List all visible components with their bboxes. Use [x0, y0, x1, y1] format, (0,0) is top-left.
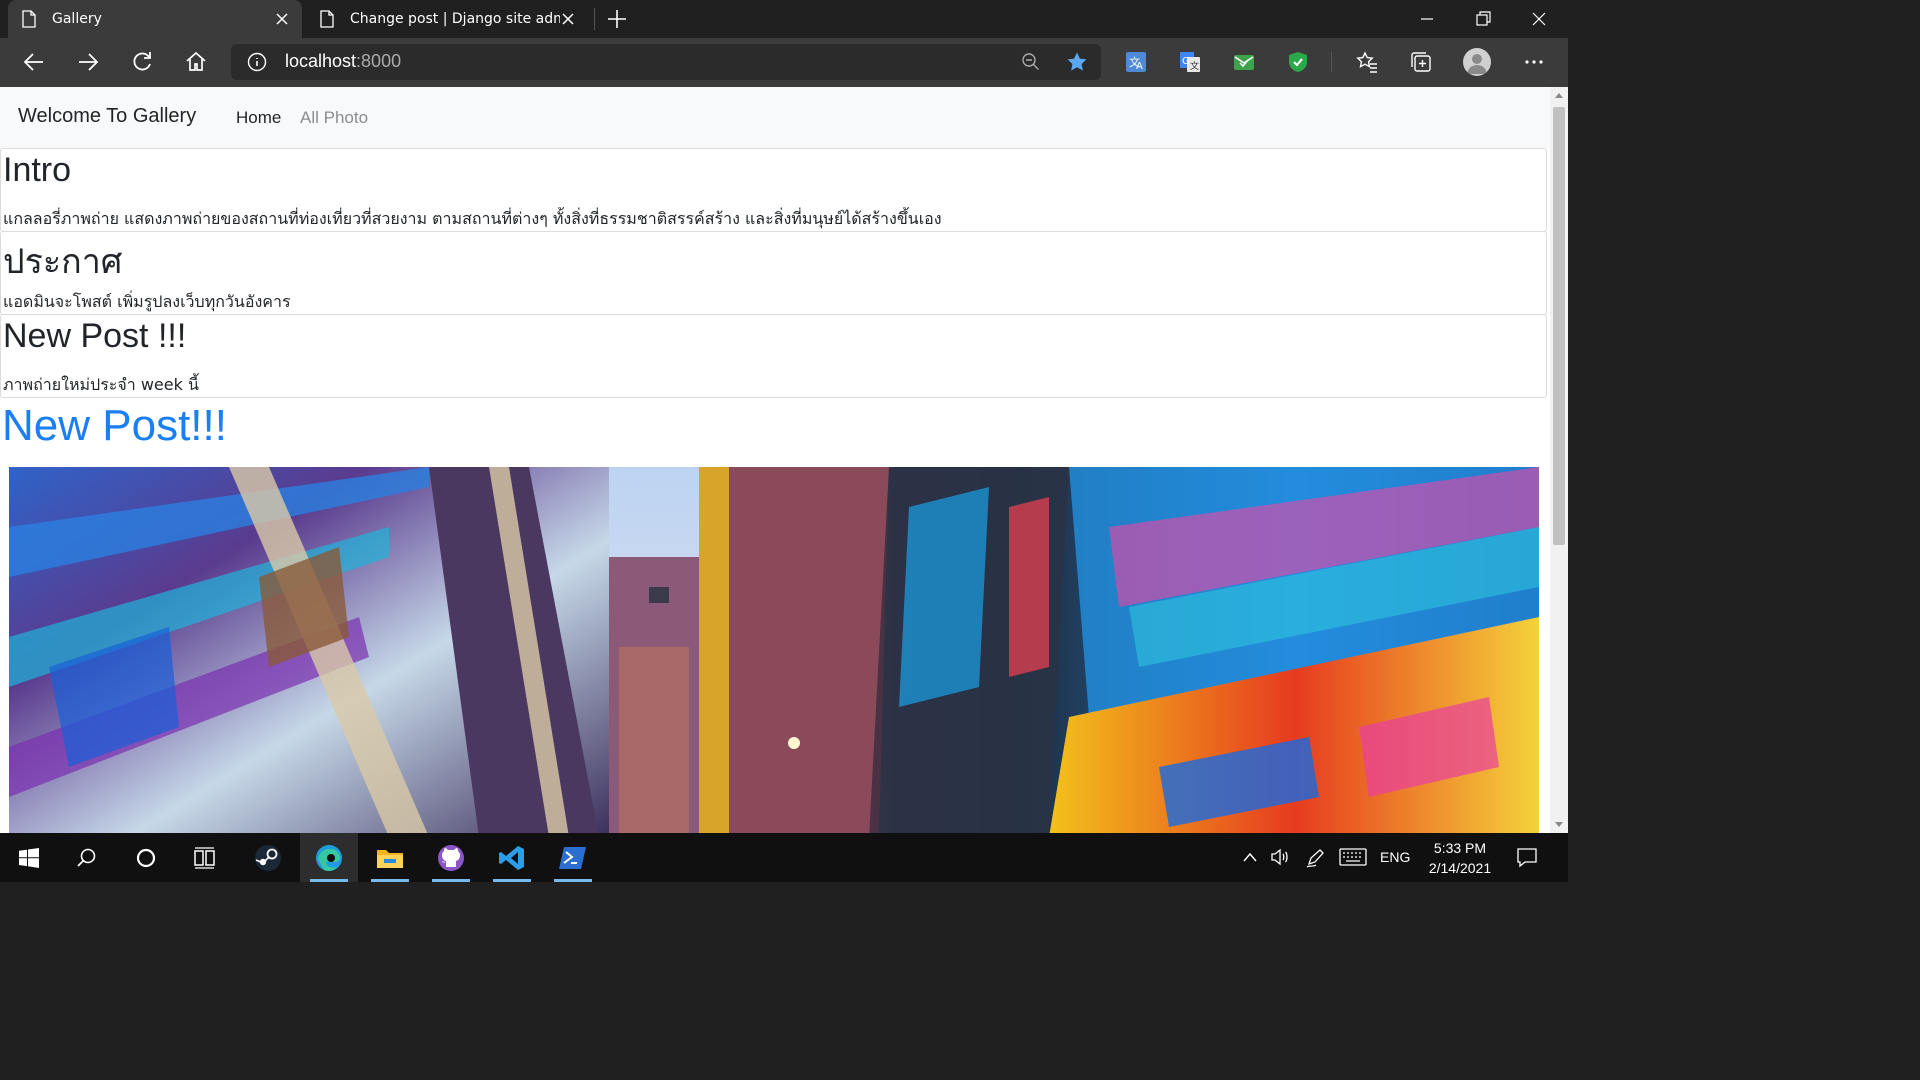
tab-title: Gallery: [52, 11, 102, 27]
svg-text:A: A: [1136, 61, 1143, 72]
mail-extension-icon[interactable]: [1232, 50, 1256, 74]
minimize-icon[interactable]: [1414, 6, 1440, 32]
graffiti-alley-photo: [9, 467, 1539, 833]
card-new-post: New Post !!! ภาพถ่ายใหม่ประจำ week นี้: [0, 314, 1547, 398]
tab-divider: [594, 8, 595, 30]
svg-text:文: 文: [1190, 60, 1199, 72]
address-bar[interactable]: localhost:8000: [231, 44, 1101, 80]
nav-link-all-photo[interactable]: All Photo: [300, 108, 368, 128]
scrollbar-thumb[interactable]: [1553, 107, 1565, 545]
scroll-up-arrow[interactable]: [1555, 93, 1563, 98]
zoom-out-icon[interactable]: [1021, 52, 1041, 72]
translate-extension-icon[interactable]: 文A: [1124, 50, 1148, 74]
restore-icon[interactable]: [1470, 6, 1496, 32]
windows-taskbar: ENG 5:33 PM 2/14/2021: [0, 833, 1568, 882]
google-translate-icon[interactable]: G文: [1178, 50, 1202, 74]
show-hidden-icons-icon[interactable]: [1242, 850, 1258, 864]
new-post-heading[interactable]: New Post!!!: [2, 401, 227, 451]
favorites-icon[interactable]: [1355, 50, 1379, 74]
site-navbar: Welcome To Gallery Home All Photo: [0, 87, 1550, 148]
browser-toolbar: localhost:8000 文A G文: [0, 38, 1568, 87]
card-title: New Post !!!: [3, 317, 187, 355]
screen: Gallery Change post | Django site admin …: [0, 0, 1568, 882]
page-scrollbar[interactable]: [1550, 87, 1568, 833]
github-desktop-icon[interactable]: [422, 833, 480, 882]
card-announcement: ประกาศ แอดมินจะโพสต์ เพิ่มรูปลงเว็บทุกวั…: [0, 231, 1547, 315]
tab-django-admin[interactable]: Change post | Django site admin: [306, 0, 588, 38]
shield-extension-icon[interactable]: [1286, 50, 1310, 74]
page-viewport: Welcome To Gallery Home All Photo Intro …: [0, 87, 1550, 833]
task-view-icon[interactable]: [176, 833, 234, 882]
favorite-star-icon[interactable]: [1065, 50, 1089, 74]
page-icon: [320, 10, 334, 28]
card-text: แอดมินจะโพสต์ เพิ่มรูปลงเว็บทุกวันอังคาร: [3, 292, 291, 311]
pen-ink-icon[interactable]: [1305, 848, 1325, 868]
file-explorer-icon[interactable]: [361, 833, 419, 882]
input-language[interactable]: ENG: [1380, 849, 1410, 865]
new-tab-icon[interactable]: [606, 8, 628, 30]
refresh-icon[interactable]: [129, 49, 155, 75]
url-port: :8000: [356, 51, 402, 71]
close-tab-icon[interactable]: [274, 11, 290, 27]
action-center-icon[interactable]: [1516, 846, 1538, 868]
clock-date: 2/14/2021: [1428, 860, 1492, 876]
more-options-icon[interactable]: [1522, 50, 1546, 74]
scroll-down-arrow[interactable]: [1555, 822, 1563, 827]
forward-icon[interactable]: [75, 49, 101, 75]
url-text[interactable]: localhost:8000: [285, 51, 401, 72]
close-window-icon[interactable]: [1526, 6, 1552, 32]
site-info-icon[interactable]: [247, 52, 267, 72]
navbar-brand[interactable]: Welcome To Gallery: [18, 105, 196, 128]
page-icon: [22, 10, 36, 28]
cortana-icon[interactable]: [117, 833, 175, 882]
back-icon[interactable]: [21, 49, 47, 75]
card-text: แกลลอรี่ภาพถ่าย แสดงภาพถ่ายของสถานที่ท่อ…: [3, 209, 942, 228]
volume-icon[interactable]: [1270, 848, 1290, 866]
card-text: ภาพถ่ายใหม่ประจำ week นี้: [3, 375, 199, 394]
system-clock[interactable]: 5:33 PM 2/14/2021: [1418, 838, 1502, 878]
clock-time: 5:33 PM: [1433, 840, 1487, 856]
start-icon[interactable]: [0, 833, 58, 882]
card-title: Intro: [3, 151, 72, 189]
nav-link-home[interactable]: Home: [236, 108, 281, 128]
touch-keyboard-icon[interactable]: [1339, 848, 1367, 866]
card-intro: Intro แกลลอรี่ภาพถ่าย แสดงภาพถ่ายของสถาน…: [0, 148, 1547, 232]
powershell-icon[interactable]: [544, 833, 602, 882]
home-icon[interactable]: [183, 49, 209, 75]
steam-icon[interactable]: [239, 833, 297, 882]
vscode-icon[interactable]: [483, 833, 541, 882]
edge-icon[interactable]: [300, 833, 358, 882]
svg-text:G: G: [1182, 56, 1190, 67]
search-icon[interactable]: [58, 833, 116, 882]
toolbar-divider: [1331, 52, 1332, 72]
url-host: localhost: [285, 51, 357, 71]
card-title: ประกาศ: [3, 243, 123, 281]
tab-strip: Gallery Change post | Django site admin: [0, 0, 1568, 38]
collections-icon[interactable]: [1409, 50, 1433, 74]
profile-avatar[interactable]: [1463, 48, 1491, 76]
tab-gallery[interactable]: Gallery: [8, 0, 302, 38]
tab-title: Change post | Django site admin: [350, 11, 560, 27]
user-icon: [1467, 54, 1487, 74]
close-tab-icon[interactable]: [560, 11, 576, 27]
